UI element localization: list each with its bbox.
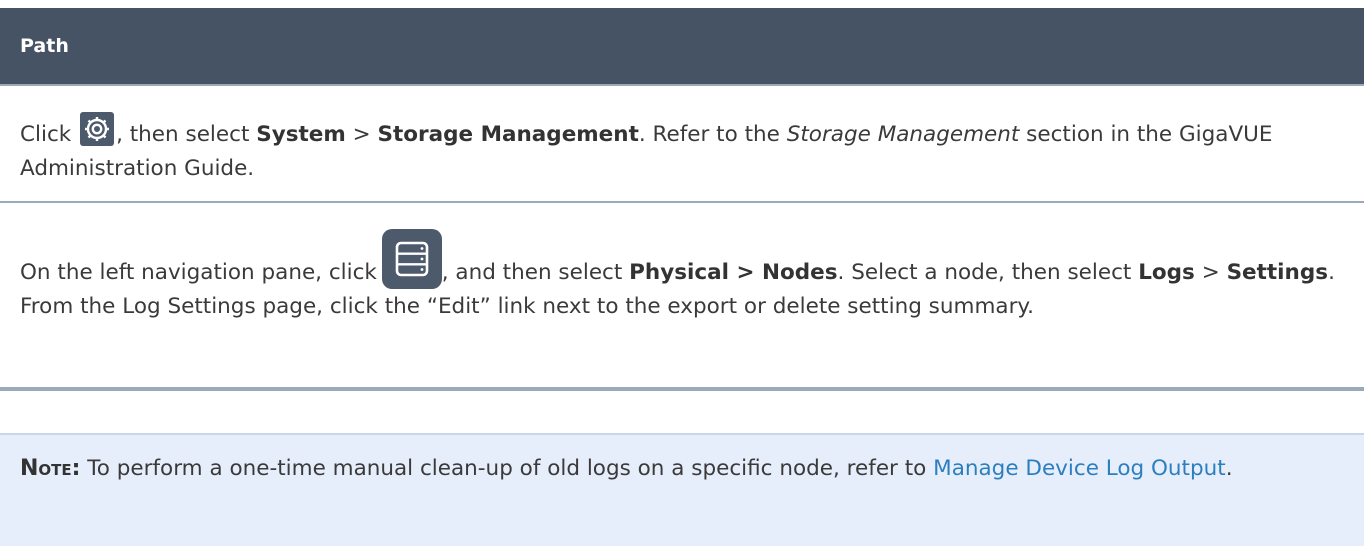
path-table: Path Click , then select System > Storag…: [0, 8, 1364, 391]
menu-system: System: [256, 122, 346, 147]
row-text: . Select a node, then select: [837, 260, 1132, 285]
menu-logs: Logs: [1138, 260, 1195, 285]
separator: >: [1201, 260, 1220, 285]
server-list-icon: [381, 229, 442, 289]
menu-settings: Settings: [1226, 260, 1329, 285]
table-header: Path: [0, 8, 1364, 86]
table-row: On the left navigation pane, click , and…: [0, 203, 1364, 391]
table-row: Click , then select System > Storage Man…: [0, 86, 1364, 203]
row-text: Click: [20, 122, 72, 147]
manage-device-log-output-link[interactable]: Manage Device Log Output: [933, 456, 1226, 481]
note-box: Note: To perform a one-time manual clean…: [0, 433, 1364, 546]
note-end: .: [1225, 456, 1233, 481]
section-name: Storage Management: [786, 122, 1020, 147]
menu-storage-management: Storage Management: [377, 122, 639, 147]
note-label: Note:: [20, 456, 81, 481]
menu-physical-nodes: Physical > Nodes: [629, 260, 838, 285]
gear-icon: [80, 112, 115, 146]
row-text: , and then select: [441, 260, 623, 285]
row-text: , then select: [116, 122, 250, 147]
separator: >: [352, 122, 371, 147]
note-text: To perform a one-time manual clean-up of…: [87, 456, 927, 481]
row-text: . Refer to the: [638, 122, 780, 147]
row-text: On the left navigation pane, click: [20, 260, 377, 285]
header-path: Path: [20, 35, 69, 57]
